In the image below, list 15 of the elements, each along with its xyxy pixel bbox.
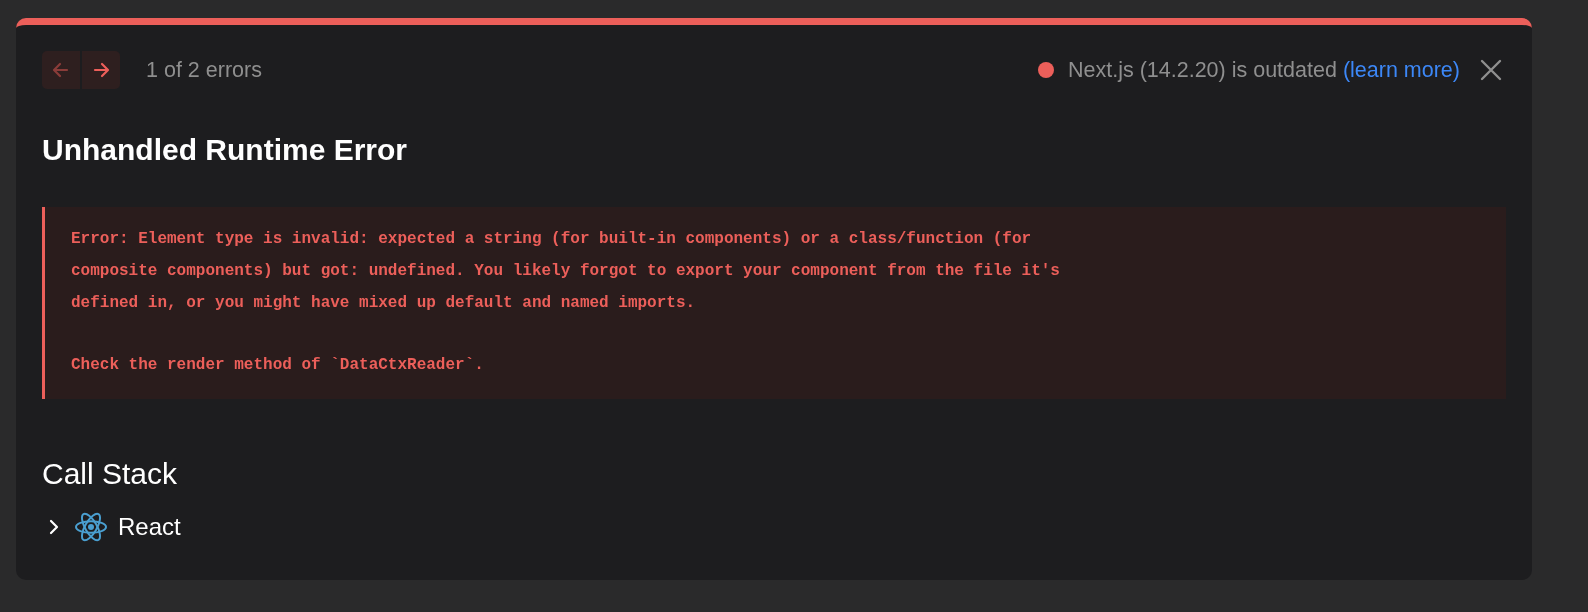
close-icon [1480, 59, 1502, 81]
learn-more-link[interactable]: (learn more) [1342, 57, 1460, 83]
next-error-button[interactable] [82, 51, 120, 89]
atom-icon [74, 511, 108, 543]
error-title: Unhandled Runtime Error [42, 133, 409, 167]
left-arrow-icon [51, 60, 71, 80]
error-message: Check the render method of `DataCtxReader`. [71, 355, 485, 376]
close-button[interactable] [1480, 59, 1502, 81]
error-message: Error: Element type is invalid: expected a string (for built-in components) or a class/function (for composite components) but got: undefined. You likely forgot to export your component from the file it's defined in, or you might have mixed up default and named imports. [71, 229, 1061, 314]
call-stack-heading: Call Stack [42, 457, 179, 491]
version-notice: Next.js (14.2.20) is outdated [1068, 57, 1337, 83]
error-counter: 1 of 2 errors [146, 57, 262, 83]
status-dot [1038, 62, 1054, 78]
right-arrow-icon [91, 60, 111, 80]
stack-frame-toggle[interactable]: React [42, 511, 181, 543]
